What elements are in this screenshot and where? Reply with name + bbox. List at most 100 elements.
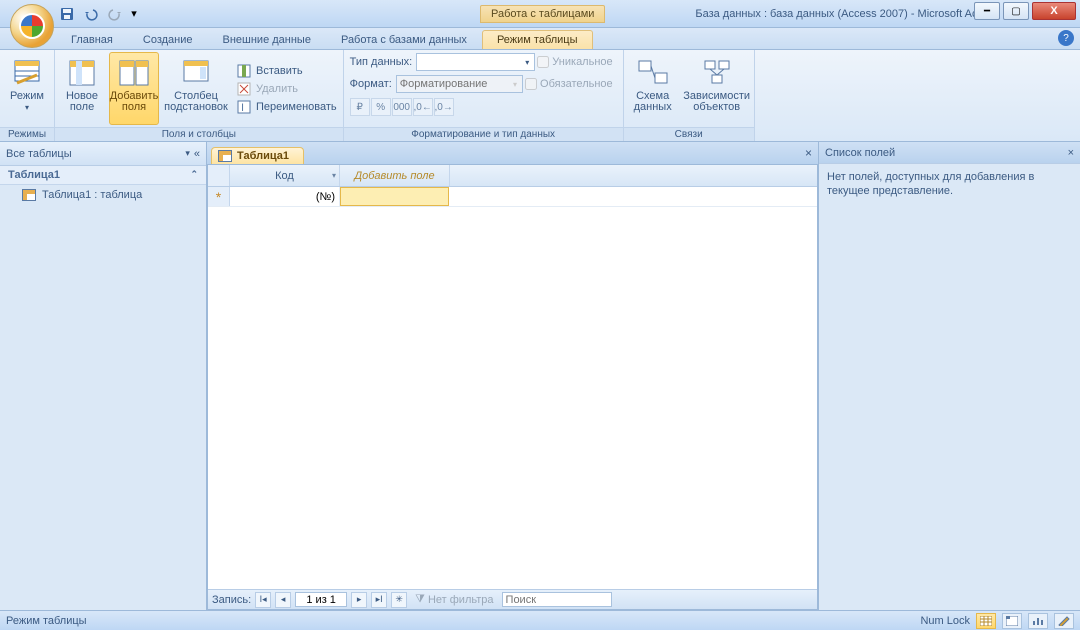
chevron-up-icon: ⌃ [190, 169, 198, 181]
relationships-button[interactable]: Схема данных [626, 52, 680, 125]
cell-id[interactable]: (№) [230, 187, 340, 206]
record-navigator: Запись: I◂ ◂ ▸ ▸I ✳ ⧩Нет фильтра [208, 589, 817, 609]
increase-decimal-icon: ,0← [413, 98, 433, 116]
dependencies-button[interactable]: Зависимости объектов [682, 52, 752, 125]
pivot-view-button[interactable] [1002, 613, 1022, 629]
doc-close-button[interactable]: × [805, 146, 812, 160]
ribbon: Режим▾ Режимы Новое поле Добавить поля С… [0, 50, 1080, 142]
format-buttons: ₽ % 000 ,0← ,0→ [346, 96, 621, 118]
record-label: Запись: [212, 594, 251, 606]
last-record-button[interactable]: ▸I [371, 592, 387, 608]
group-fields-columns: Новое поле Добавить поля Столбец подстан… [55, 50, 344, 141]
window-title: База данных : база данных (Access 2007) … [685, 8, 1000, 20]
rename-button[interactable]: IПереименовать [233, 98, 341, 116]
new-record-button[interactable]: ✳ [391, 592, 407, 608]
datasheet-view-button[interactable] [976, 613, 996, 629]
view-button[interactable]: Режим▾ [2, 52, 52, 125]
nav-header[interactable]: Все таблицы ▾« [0, 142, 206, 166]
tab-external-data[interactable]: Внешние данные [208, 30, 326, 49]
svg-text:I: I [241, 102, 244, 114]
record-position-input[interactable] [295, 592, 347, 607]
chevron-down-icon[interactable]: ▾ [332, 171, 336, 180]
close-button[interactable]: X [1032, 2, 1076, 20]
new-field-button[interactable]: Новое поле [57, 52, 107, 125]
nav-item-table1[interactable]: Таблица1 : таблица [0, 185, 206, 205]
chart-view-button[interactable] [1028, 613, 1048, 629]
status-bar: Режим таблицы Num Lock [0, 610, 1080, 630]
insert-button[interactable]: Вставить [233, 62, 341, 80]
lookup-column-button[interactable]: Столбец подстановок [161, 52, 231, 125]
datasheet-body[interactable]: * (№) [208, 187, 817, 589]
minimize-button[interactable]: ━ [974, 2, 1000, 20]
grid-icon [980, 616, 992, 626]
delete-icon [237, 81, 253, 97]
rename-icon: I [237, 99, 253, 115]
next-record-button[interactable]: ▸ [351, 592, 367, 608]
document-area: Таблица1 × Код▾ Добавить поле * (№) Запи… [207, 142, 818, 610]
add-fields-icon [118, 57, 150, 89]
deps-icon [701, 57, 733, 89]
navigation-pane: Все таблицы ▾« Таблица1⌃ Таблица1 : табл… [0, 142, 207, 610]
percent-icon: % [371, 98, 391, 116]
main-area: Все таблицы ▾« Таблица1⌃ Таблица1 : табл… [0, 142, 1080, 610]
group-formatting-label: Форматирование и тип данных [344, 127, 623, 141]
save-icon[interactable] [56, 3, 78, 25]
table-row: * (№) [208, 187, 817, 207]
design-view-button[interactable] [1054, 613, 1074, 629]
no-filter-indicator: ⧩Нет фильтра [415, 593, 493, 606]
datasheet-header: Код▾ Добавить поле [208, 165, 817, 187]
field-list-header: Список полей × [819, 142, 1080, 164]
quick-access-toolbar: ▾ [56, 3, 140, 25]
field-list-close-button[interactable]: × [1068, 147, 1074, 159]
chart-icon [1032, 616, 1044, 626]
first-record-button[interactable]: I◂ [255, 592, 271, 608]
design-icon [1058, 616, 1070, 626]
column-header-id[interactable]: Код▾ [230, 165, 340, 186]
table-icon [218, 150, 232, 162]
doc-tab-table1[interactable]: Таблица1 [211, 147, 304, 164]
help-button[interactable]: ? [1058, 30, 1074, 46]
table-icon [22, 189, 36, 201]
pivot-icon [1006, 616, 1018, 626]
group-relationships-label: Связи [624, 127, 754, 141]
insert-icon [237, 63, 253, 79]
new-row-indicator-icon[interactable]: * [208, 187, 230, 206]
column-header-add[interactable]: Добавить поле [340, 165, 450, 186]
nav-group-table1[interactable]: Таблица1⌃ [0, 166, 206, 185]
tab-create[interactable]: Создание [128, 30, 208, 49]
tab-datasheet[interactable]: Режим таблицы [482, 30, 593, 49]
schema-icon [637, 57, 669, 89]
prev-record-button[interactable]: ◂ [275, 592, 291, 608]
delete-button: Удалить [233, 80, 341, 98]
nav-collapse-icon[interactable]: « [194, 148, 200, 160]
search-input[interactable] [502, 592, 612, 607]
qat-customize-icon[interactable]: ▾ [128, 3, 140, 25]
add-fields-button[interactable]: Добавить поля [109, 52, 159, 125]
maximize-button[interactable]: ▢ [1003, 2, 1029, 20]
group-formatting: Тип данных:▾ Уникальное Формат:▾ Обязате… [344, 50, 624, 141]
field-list-message: Нет полей, доступных для добавления в те… [819, 164, 1080, 204]
office-logo-icon [19, 13, 45, 39]
comma-icon: 000 [392, 98, 412, 116]
field-list-pane: Список полей × Нет полей, доступных для … [818, 142, 1080, 610]
format-label: Формат: [350, 78, 392, 90]
unique-checkbox: Уникальное [533, 55, 616, 69]
tab-home[interactable]: Главная [56, 30, 128, 49]
datatype-select[interactable] [416, 53, 535, 71]
format-select [396, 75, 523, 93]
decrease-decimal-icon: ,0→ [434, 98, 454, 116]
document-tabs: Таблица1 × [207, 142, 818, 164]
currency-icon: ₽ [350, 98, 370, 116]
group-views-label: Режимы [0, 127, 54, 141]
nav-dropdown-icon[interactable]: ▾ [185, 148, 190, 160]
tab-database-tools[interactable]: Работа с базами данных [326, 30, 482, 49]
datatype-label: Тип данных: [350, 56, 413, 68]
contextual-tab-title: Работа с таблицами [480, 5, 605, 23]
office-button[interactable] [10, 4, 54, 48]
undo-icon[interactable] [80, 3, 102, 25]
datasheet: Код▾ Добавить поле * (№) Запись: I◂ ◂ ▸ … [207, 164, 818, 610]
row-selector-header[interactable] [208, 165, 230, 186]
datasheet-view-icon [11, 57, 43, 89]
cell-add-field[interactable] [340, 187, 449, 206]
redo-icon[interactable] [104, 3, 126, 25]
